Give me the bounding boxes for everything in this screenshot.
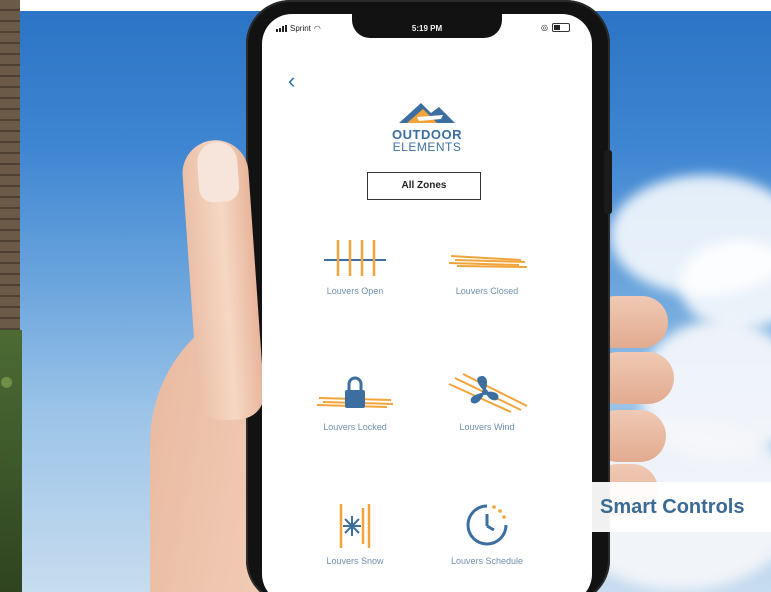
louvers-wind-icon [448,373,528,413]
tile-label: Louvers Locked [323,422,387,432]
chevron-left-icon: ‹ [288,68,296,93]
louvers-snow-icon [339,504,371,548]
background-photo: Sprint ◠ 5:19 PM ◎ ‹ OUTDOOR ELEMENTS Al… [0,0,771,592]
louvers-snow-tile[interactable]: Louvers Snow [295,500,415,592]
status-right: ◎ [541,23,570,32]
tile-label: Louvers Snow [326,556,384,566]
carrier-name: Sprint [290,24,311,33]
mountain-logo-icon [399,103,455,123]
status-time: 5:19 PM [411,24,443,33]
louvers-open-tile[interactable]: Louvers Open [295,236,415,356]
louvers-locked-tile[interactable]: Louvers Locked [295,368,415,488]
louvers-schedule-icon [466,504,508,546]
louvers-closed-tile[interactable]: Louvers Closed [427,236,547,356]
phone-screen: Sprint ◠ 5:19 PM ◎ ‹ OUTDOOR ELEMENTS Al… [262,14,592,592]
louvers-locked-icon [316,376,394,408]
louvers-closed-icon [448,255,528,268]
signal-icon [276,25,287,32]
logo-line-2: ELEMENTS [392,140,462,154]
tile-label: Louvers Open [326,286,384,296]
back-button[interactable]: ‹ [288,68,296,93]
louvers-wind-tile[interactable]: Louvers Wind [427,368,547,488]
tile-label: Louvers Closed [455,286,519,296]
app-logo: OUTDOOR ELEMENTS [377,99,477,159]
status-left: Sprint ◠ [276,24,321,33]
tile-label: Louvers Wind [459,422,515,432]
phone-side-button [604,150,612,214]
caption-badge: Smart Controls [580,482,771,532]
zone-selector-button[interactable]: All Zones [367,172,481,200]
thumb-nail [195,140,241,204]
status-bar: Sprint ◠ 5:19 PM ◎ [262,14,592,38]
caption-text: Smart Controls [600,496,745,518]
tile-label: Louvers Schedule [450,556,524,566]
louvers-open-icon [324,240,386,276]
battery-icon [552,23,570,32]
wifi-icon: ◠ [313,24,321,33]
shrub [0,330,22,592]
louvers-schedule-tile[interactable]: Louvers Schedule [427,500,547,592]
location-icon: ◎ [541,23,548,32]
